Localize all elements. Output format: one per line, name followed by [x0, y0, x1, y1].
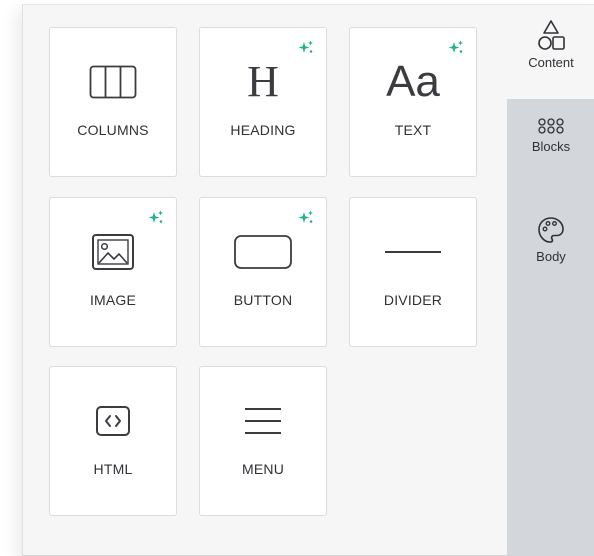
sidebar: Content Blocks Body	[507, 5, 594, 555]
menu-icon	[200, 399, 326, 443]
columns-icon	[50, 60, 176, 104]
palette-icon	[538, 217, 564, 243]
image-icon	[50, 230, 176, 274]
heading-icon: H	[247, 57, 279, 106]
shapes-icon	[538, 20, 565, 50]
tile-label: COLUMNS	[77, 122, 149, 138]
tile-image[interactable]: IMAGE	[49, 197, 177, 347]
tile-html[interactable]: HTML	[49, 366, 177, 516]
tile-label: TEXT	[394, 122, 432, 138]
tile-label: HTML	[93, 461, 133, 477]
tile-label: IMAGE	[89, 292, 137, 308]
tab-content[interactable]: Content	[507, 5, 594, 99]
editor-panel: COLUMNS H HEADING Aa TEXT IMAGE BUTTON D…	[22, 4, 594, 556]
tab-label: Blocks	[531, 139, 571, 154]
tab-label: Body	[536, 249, 566, 264]
html-icon	[50, 399, 176, 443]
tab-label: Content	[528, 55, 574, 70]
tile-button[interactable]: BUTTON	[199, 197, 327, 347]
ai-sparkle-icon	[298, 210, 313, 223]
tile-label: BUTTON	[233, 292, 293, 308]
divider-icon	[350, 230, 476, 274]
tab-blocks[interactable]: Blocks	[507, 117, 594, 154]
tile-text[interactable]: Aa TEXT	[349, 27, 477, 177]
tile-divider[interactable]: DIVIDER	[349, 197, 477, 347]
button-icon	[200, 230, 326, 274]
tab-body[interactable]: Body	[507, 215, 594, 264]
tile-label: MENU	[241, 461, 285, 477]
tile-label: HEADING	[230, 122, 296, 138]
tile-columns[interactable]: COLUMNS	[49, 27, 177, 177]
content-grid: COLUMNS H HEADING Aa TEXT IMAGE BUTTON D…	[23, 5, 507, 555]
tile-menu[interactable]: MENU	[199, 366, 327, 516]
ai-sparkle-icon	[148, 210, 163, 223]
ai-sparkle-icon	[298, 40, 313, 53]
tile-label: DIVIDER	[383, 292, 443, 308]
blocks-icon	[538, 118, 564, 134]
tile-heading[interactable]: H HEADING	[199, 27, 327, 177]
ai-sparkle-icon	[448, 40, 463, 53]
text-icon: Aa	[386, 57, 440, 106]
